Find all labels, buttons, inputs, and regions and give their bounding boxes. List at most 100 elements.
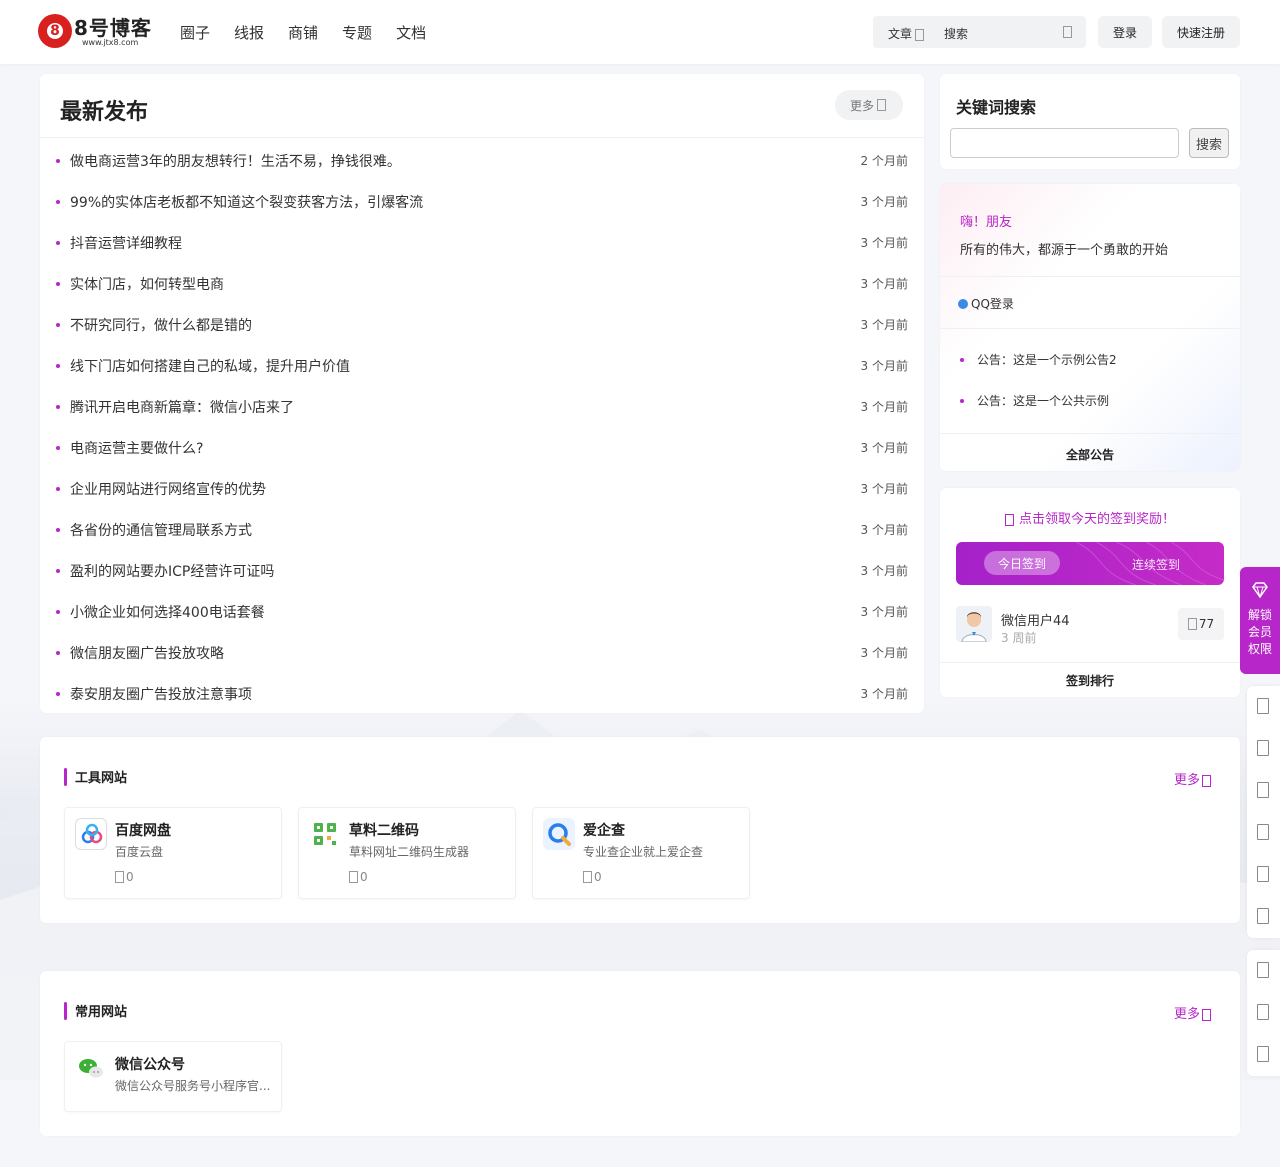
post-title[interactable]: 线下门店如何搭建自己的私域，提升用户价值 (70, 356, 861, 376)
qq-icon (958, 298, 968, 309)
post-title[interactable]: 盈利的网站要办ICP经营许可证吗 (70, 561, 861, 581)
signin-continuous-label[interactable]: 连续签到 (1132, 556, 1180, 573)
float-tool-icon[interactable] (1257, 782, 1269, 798)
search-type-select[interactable]: 文章 (888, 25, 926, 42)
float-tool-icon[interactable] (1257, 962, 1269, 978)
all-notices-link[interactable]: 全部公告 (940, 446, 1240, 463)
float-tool-icon[interactable] (1257, 908, 1269, 924)
float-tool-icon[interactable] (1257, 866, 1269, 882)
post-time: 3 个月前 (860, 564, 908, 578)
bullet-icon (56, 486, 60, 491)
post-title[interactable]: 电商运营主要做什么? (70, 438, 861, 458)
post-title[interactable]: 做电商运营3年的朋友想转行！生活不易，挣钱很难。 (70, 151, 861, 171)
nav-item-deals[interactable]: 线报 (234, 22, 264, 43)
post-title[interactable]: 企业用网站进行网络宣传的优势 (70, 479, 861, 499)
post-time: 2 个月前 (860, 154, 908, 168)
post-title[interactable]: 抖音运营详细教程 (70, 233, 861, 253)
list-item[interactable]: 各省份的通信管理局联系方式 3 个月前 (56, 509, 908, 550)
top-header: 8 8号博客 www.jtx8.com 圈子 线报 商铺 专题 文档 文章 搜索… (0, 0, 1280, 64)
post-title[interactable]: 微信朋友圈广告投放攻略 (70, 643, 861, 663)
float-tool-icon[interactable] (1257, 824, 1269, 840)
nav-item-docs[interactable]: 文档 (396, 22, 426, 43)
signin-rank-link[interactable]: 签到排行 (940, 672, 1240, 689)
post-title[interactable]: 不研究同行，做什么都是错的 (70, 315, 861, 335)
site-name: 爱企查 (583, 823, 625, 839)
vip-unlock-button[interactable]: 解锁 会员 权限 (1240, 567, 1280, 674)
post-title[interactable]: 各省份的通信管理局联系方式 (70, 520, 861, 540)
keyword-search-button[interactable]: 搜索 (1189, 128, 1229, 158)
divider (940, 276, 1240, 277)
site-name: 百度网盘 (115, 823, 171, 839)
signin-user-name[interactable]: 微信用户44 (1001, 610, 1070, 629)
common-more-link[interactable]: 更多 (1174, 1003, 1213, 1022)
signin-today-button[interactable]: 今日签到 (984, 551, 1060, 575)
keyword-search-input[interactable] (950, 128, 1179, 158)
post-title[interactable]: 99%的实体店老板都不知道这个裂变获客方法，引爆客流 (70, 192, 861, 212)
list-item[interactable]: 实体门店，如何转型电商 3 个月前 (56, 263, 908, 304)
nav-item-circle[interactable]: 圈子 (180, 22, 210, 43)
post-title[interactable]: 泰安朋友圈广告投放注意事项 (70, 684, 861, 704)
site-card-wechat-mp[interactable]: 微信公众号 微信公众号服务号小程序官... (64, 1041, 282, 1112)
register-button[interactable]: 快速注册 (1162, 16, 1240, 48)
bullet-icon (56, 363, 60, 368)
list-item[interactable]: 不研究同行，做什么都是错的 3 个月前 (56, 304, 908, 345)
list-item[interactable]: 抖音运营详细教程 3 个月前 (56, 222, 908, 263)
post-title[interactable]: 小微企业如何选择400电话套餐 (70, 602, 861, 622)
list-item[interactable]: 泰安朋友圈广告投放注意事项 3 个月前 (56, 673, 908, 714)
list-item[interactable]: 做电商运营3年的朋友想转行！生活不易，挣钱很难。 2 个月前 (56, 140, 908, 181)
login-button[interactable]: 登录 (1098, 16, 1152, 48)
list-item[interactable]: 微信朋友圈广告投放攻略 3 个月前 (56, 632, 908, 673)
scroll-top-icon[interactable] (1257, 1046, 1269, 1062)
list-item[interactable]: 99%的实体店老板都不知道这个裂变获客方法，引爆客流 3 个月前 (56, 181, 908, 222)
site-desc: 草料网址二维码生成器 (349, 845, 470, 859)
float-tool-icon[interactable] (1257, 698, 1269, 714)
tools-more-link[interactable]: 更多 (1174, 769, 1213, 788)
qrcode-icon (309, 818, 341, 850)
section-title: 工具网站 (64, 767, 127, 786)
notice-item[interactable]: 公告：这是一个示例公告2 (960, 351, 1117, 368)
list-item[interactable]: 线下门店如何搭建自己的私域，提升用户价值 3 个月前 (56, 345, 908, 386)
keyword-search-title: 关键词搜索 (956, 98, 1037, 117)
nav-item-shop[interactable]: 商铺 (288, 22, 318, 43)
post-time: 3 个月前 (860, 687, 908, 701)
notice-item[interactable]: 公告：这是一个公共示例 (960, 392, 1109, 409)
list-item[interactable]: 腾讯开启电商新篇章：微信小店来了 3 个月前 (56, 386, 908, 427)
site-card-baidu-pan[interactable]: 百度网盘 百度云盘 0 (64, 807, 282, 899)
nav-item-topics[interactable]: 专题 (342, 22, 372, 43)
site-card-caoliao-qr[interactable]: 草料二维码 草料网址二维码生成器 0 (298, 807, 516, 899)
avatar[interactable] (956, 606, 992, 642)
search-icon[interactable] (1063, 24, 1074, 38)
bullet-icon (56, 404, 60, 409)
float-tool-icon[interactable] (1257, 1004, 1269, 1020)
welcome-card: 嗨！朋友 所有的伟大，都源于一个勇敢的开始 QQ登录 公告：这是一个示例公告2 … (940, 184, 1240, 471)
site-desc: 百度云盘 (115, 845, 164, 859)
latest-title: 最新发布 (60, 100, 149, 125)
list-item[interactable]: 企业用网站进行网络宣传的优势 3 个月前 (56, 468, 908, 509)
eye-icon (583, 871, 592, 883)
search-input[interactable]: 搜索 (944, 25, 968, 42)
site-desc: 专业查企业就上爱企查 (583, 845, 704, 859)
signin-tip[interactable]: 点击领取今天的签到奖励！ (940, 508, 1240, 527)
bullet-icon (56, 609, 60, 614)
post-time: 3 个月前 (860, 523, 908, 537)
chevron-right-icon (1202, 774, 1212, 787)
site-name: 草料二维码 (349, 823, 419, 839)
site-card-aiqicha[interactable]: 爱企查 专业查企业就上爱企查 0 (532, 807, 750, 899)
bullet-icon (56, 568, 60, 573)
latest-more-button[interactable]: 更多 (835, 90, 903, 120)
bullet-icon (56, 240, 60, 245)
list-item[interactable]: 电商运营主要做什么? 3 个月前 (56, 427, 908, 468)
logo-sub: www.jtx8.com (82, 38, 139, 47)
list-item[interactable]: 盈利的网站要办ICP经营许可证吗 3 个月前 (56, 550, 908, 591)
list-item[interactable]: 小微企业如何选择400电话套餐 3 个月前 (56, 591, 908, 632)
bullet-icon (56, 650, 60, 655)
divider (940, 662, 1240, 663)
float-tool-icon[interactable] (1257, 740, 1269, 756)
post-title[interactable]: 实体门店，如何转型电商 (70, 274, 861, 294)
bullet-icon (56, 158, 60, 163)
header-search[interactable]: 文章 搜索 (873, 16, 1086, 48)
post-title[interactable]: 腾讯开启电商新篇章：微信小店来了 (70, 397, 861, 417)
site-logo[interactable]: 8 8号博客 www.jtx8.com (38, 12, 156, 52)
motto: 所有的伟大，都源于一个勇敢的开始 (960, 243, 1169, 258)
qq-login-link[interactable]: QQ登录 (958, 295, 1014, 312)
